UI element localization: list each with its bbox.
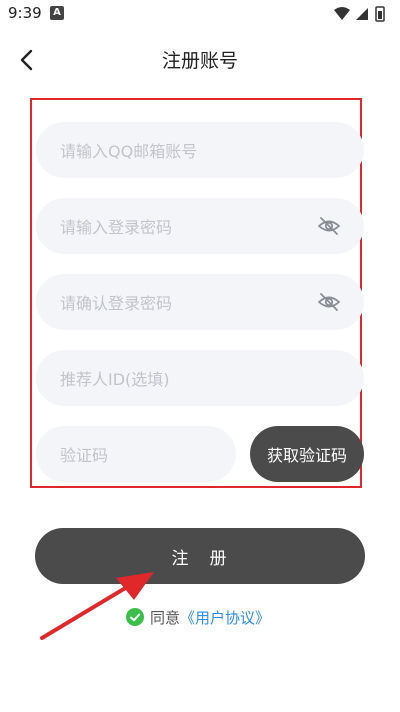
confirm-password-input[interactable] bbox=[58, 274, 302, 332]
referrer-field[interactable] bbox=[36, 350, 364, 408]
confirm-password-field[interactable] bbox=[36, 274, 364, 332]
user-agreement-link[interactable]: 《用户协议》 bbox=[180, 607, 270, 628]
eye-hidden-icon[interactable] bbox=[318, 216, 340, 236]
status-bar: 9:39 A bbox=[0, 0, 400, 28]
password-input[interactable] bbox=[58, 198, 302, 256]
register-button[interactable]: 注 册 bbox=[35, 528, 365, 584]
email-field[interactable] bbox=[36, 122, 364, 180]
code-field[interactable] bbox=[36, 426, 236, 484]
nav-bar: 注册账号 bbox=[0, 36, 400, 84]
agreement-row[interactable]: 同意 《用户协议》 bbox=[126, 606, 270, 628]
notification-icon: A bbox=[50, 6, 64, 20]
page-title: 注册账号 bbox=[161, 50, 238, 72]
status-icons bbox=[334, 6, 385, 22]
get-code-button[interactable]: 获取验证码 bbox=[250, 426, 364, 482]
referrer-input[interactable] bbox=[58, 350, 302, 408]
code-input[interactable] bbox=[58, 426, 222, 484]
battery-icon bbox=[375, 6, 385, 22]
agreement-prefix: 同意 bbox=[150, 608, 181, 627]
email-input[interactable] bbox=[58, 122, 302, 180]
check-circle-icon[interactable] bbox=[126, 608, 144, 626]
status-time: 9:39 bbox=[8, 4, 42, 22]
password-field[interactable] bbox=[36, 198, 364, 256]
wifi-icon bbox=[334, 7, 350, 20]
signal-icon bbox=[356, 8, 368, 20]
eye-hidden-icon[interactable] bbox=[318, 292, 340, 312]
